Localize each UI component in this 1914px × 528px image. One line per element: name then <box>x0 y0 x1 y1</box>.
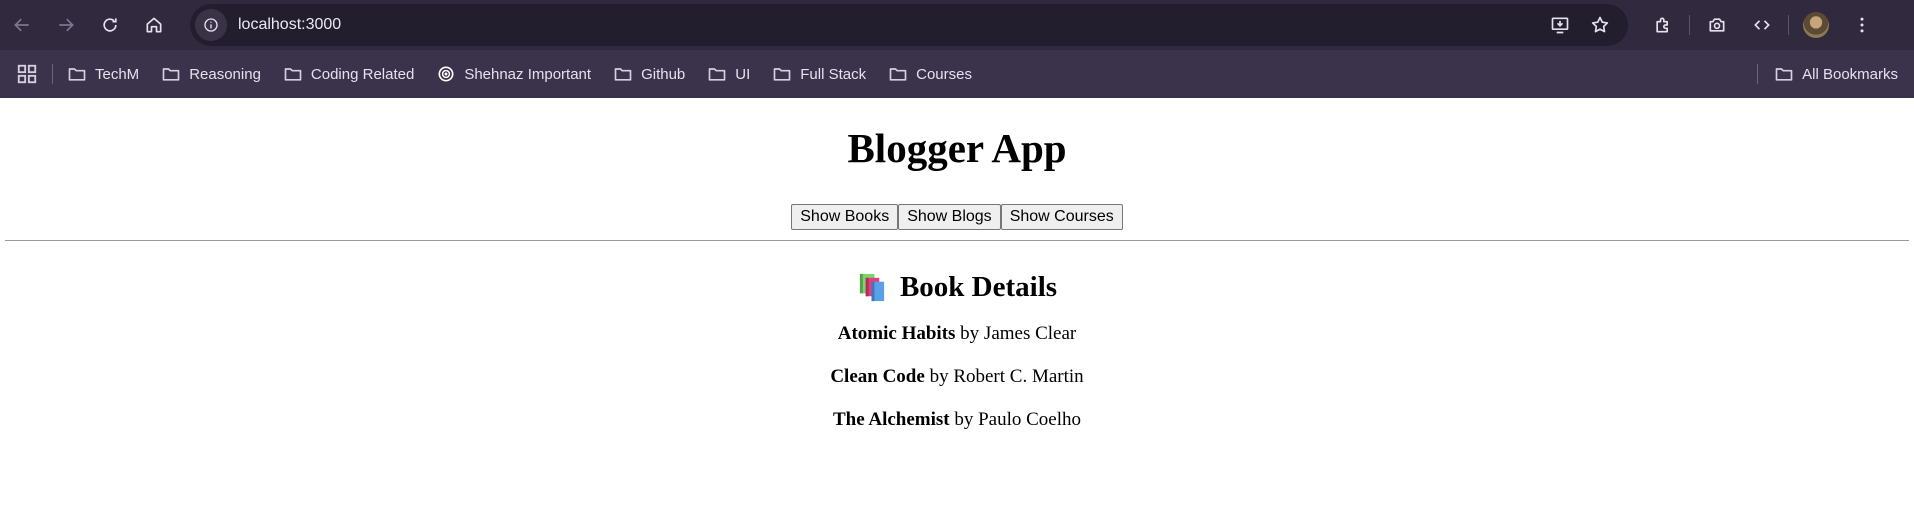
site-info-button[interactable] <box>195 9 227 41</box>
camera-icon <box>1709 18 1724 32</box>
arrow-right-icon <box>59 18 74 32</box>
bookmark-github[interactable]: Github <box>613 64 685 84</box>
book-author: James Clear <box>983 323 1077 344</box>
bookmark-ui[interactable]: UI <box>707 64 750 84</box>
devtools-button[interactable] <box>1739 0 1784 50</box>
openai-icon <box>438 66 454 82</box>
bookmark-label: Reasoning <box>189 65 261 83</box>
toolbar-divider <box>1689 15 1690 35</box>
install-app-button[interactable] <box>1540 5 1580 45</box>
folder-icon <box>162 68 180 81</box>
nav-button-group: Show Books Show Blogs Show Courses <box>0 204 1914 230</box>
arrow-left-icon <box>14 18 29 32</box>
bookmark-star-button[interactable] <box>1580 5 1620 45</box>
by-text: by <box>929 366 949 387</box>
bookmark-courses[interactable]: Courses <box>888 64 972 84</box>
reload-button[interactable] <box>88 0 132 50</box>
page-title: Blogger App <box>847 125 1067 171</box>
screenshot-button[interactable] <box>1694 0 1739 50</box>
book-list: Atomic Habits by James Clear Clean Code … <box>0 323 1914 452</box>
bookmarks-divider <box>52 64 53 84</box>
back-button[interactable] <box>0 0 44 50</box>
book-title: Atomic Habits <box>837 323 956 344</box>
book-item: The Alchemist by Paulo Coelho <box>0 409 1914 452</box>
show-courses-button[interactable]: Show Courses <box>1000 204 1123 230</box>
bookmark-label: Shehnaz Important <box>464 65 592 83</box>
install-icon <box>1551 17 1569 34</box>
url-text[interactable]: localhost:3000 <box>238 16 1540 34</box>
bookmark-label: Full Stack <box>800 65 867 83</box>
folder-icon <box>68 68 86 81</box>
bookmark-label: Coding Related <box>310 65 415 83</box>
bookmark-label: Github <box>641 65 686 83</box>
bookmarks-divider <box>1757 64 1759 84</box>
book-author: Robert C. Martin <box>953 366 1084 387</box>
reload-icon <box>103 18 117 32</box>
home-button[interactable] <box>132 0 176 50</box>
browser-toolbar: localhost:3000 <box>0 0 1914 50</box>
all-bookmarks-label: All Bookmarks <box>1802 65 1898 83</box>
by-text: by <box>954 409 974 430</box>
book-author: Paulo Coelho <box>978 409 1082 430</box>
folder-icon <box>614 68 632 81</box>
book-item: Clean Code by Robert C. Martin <box>0 366 1914 409</box>
book-title: The Alchemist <box>832 409 950 430</box>
section-title: Book Details <box>899 270 1058 303</box>
folder-icon <box>708 68 726 81</box>
page-content: Blogger App Show Books Show Blogs Show Cou… <box>0 98 1914 528</box>
bookmark-label: Courses <box>916 65 972 83</box>
books-icon <box>859 273 885 301</box>
bookmark-shehnaz-important[interactable]: Shehnaz Important <box>436 64 591 84</box>
address-bar[interactable]: localhost:3000 <box>190 4 1628 46</box>
bookmark-label: TechM <box>95 65 140 83</box>
book-item: Atomic Habits by James Clear <box>0 323 1914 366</box>
puzzle-icon <box>1655 17 1668 33</box>
bookmark-reasoning[interactable]: Reasoning <box>161 64 261 84</box>
bookmark-techm[interactable]: TechM <box>67 64 139 84</box>
kebab-menu-icon <box>1860 17 1863 33</box>
show-books-button[interactable]: Show Books <box>791 204 899 230</box>
show-blogs-button[interactable]: Show Blogs <box>898 204 1001 230</box>
section-heading: Book Details <box>0 270 1914 304</box>
folder-icon <box>773 68 791 81</box>
menu-button[interactable] <box>1839 0 1884 50</box>
bookmarks-bar: TechM Reasoning Coding Related Shehnaz I… <box>0 50 1914 98</box>
bookmark-label: UI <box>735 65 751 83</box>
bookmark-coding-related[interactable]: Coding Related <box>283 64 414 84</box>
profile-avatar[interactable] <box>1803 12 1829 38</box>
info-icon <box>204 18 218 32</box>
extensions-button[interactable] <box>1640 0 1685 50</box>
folder-icon <box>284 68 302 81</box>
apps-grid-icon[interactable] <box>16 63 38 85</box>
divider <box>5 240 1909 241</box>
forward-button[interactable] <box>44 0 88 50</box>
folder-icon <box>889 68 907 81</box>
star-icon <box>1591 16 1609 33</box>
folder-icon <box>1775 68 1793 81</box>
home-icon <box>146 17 162 33</box>
all-bookmarks-button[interactable]: All Bookmarks <box>1774 64 1898 84</box>
book-title: Clean Code <box>830 366 925 387</box>
toolbar-divider <box>1788 15 1789 35</box>
by-text: by <box>960 323 980 344</box>
code-icon <box>1753 20 1770 30</box>
bookmark-full-stack[interactable]: Full Stack <box>772 64 866 84</box>
